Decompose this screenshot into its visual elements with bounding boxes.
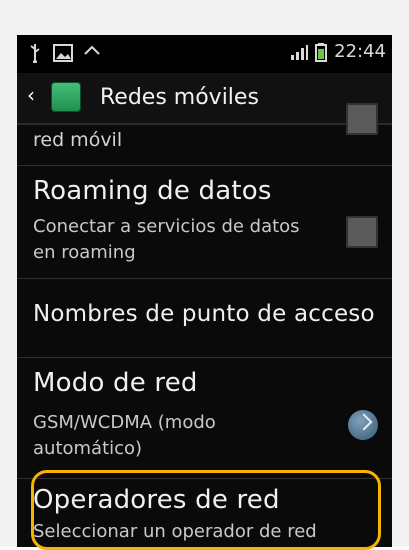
setting-title: Nombres de punto de acceso xyxy=(33,301,375,327)
usb-icon xyxy=(30,44,40,63)
battery-icon xyxy=(315,42,328,62)
chevron-right-icon[interactable] xyxy=(348,410,378,440)
sync-icon xyxy=(84,45,100,55)
action-bar: ‹ Redes móviles xyxy=(17,73,392,125)
image-icon xyxy=(53,44,73,62)
signal-icon xyxy=(291,44,309,60)
highlight-outline xyxy=(31,470,381,550)
roaming-checkbox[interactable] xyxy=(346,216,378,248)
setting-subtitle-line-1: Conectar a servicios de datos xyxy=(33,216,300,237)
setting-title: Modo de red xyxy=(33,368,198,398)
setting-subtitle-line-1: GSM/WCDMA (modo xyxy=(33,412,216,433)
status-right-icons: 22:44 xyxy=(290,41,386,62)
checkbox-icon[interactable] xyxy=(346,103,378,135)
setting-title: Roaming de datos xyxy=(33,176,272,206)
setting-subtitle-line-2: en roaming xyxy=(33,242,136,263)
setting-item-apn[interactable]: Nombres de punto de acceso xyxy=(17,279,392,358)
phone-app-icon xyxy=(51,82,81,112)
screen-title: Redes móviles xyxy=(100,85,259,110)
setting-item-red-movil[interactable]: red móvil xyxy=(17,103,392,166)
status-time: 22:44 xyxy=(334,41,386,62)
status-left-icons xyxy=(27,43,101,63)
status-bar: 22:44 xyxy=(17,35,392,73)
setting-item-modo-de-red[interactable]: Modo de red GSM/WCDMA (modo automático) xyxy=(17,358,392,479)
screenshot-frame: 22:44 ‹ Redes móviles red móvil Roaming … xyxy=(0,0,409,550)
setting-subtitle-line-2: automático) xyxy=(33,438,143,459)
setting-subtitle: red móvil xyxy=(33,129,123,151)
setting-item-roaming[interactable]: Roaming de datos Conectar a servicios de… xyxy=(17,166,392,279)
back-arrow-icon[interactable]: ‹ xyxy=(27,83,45,107)
